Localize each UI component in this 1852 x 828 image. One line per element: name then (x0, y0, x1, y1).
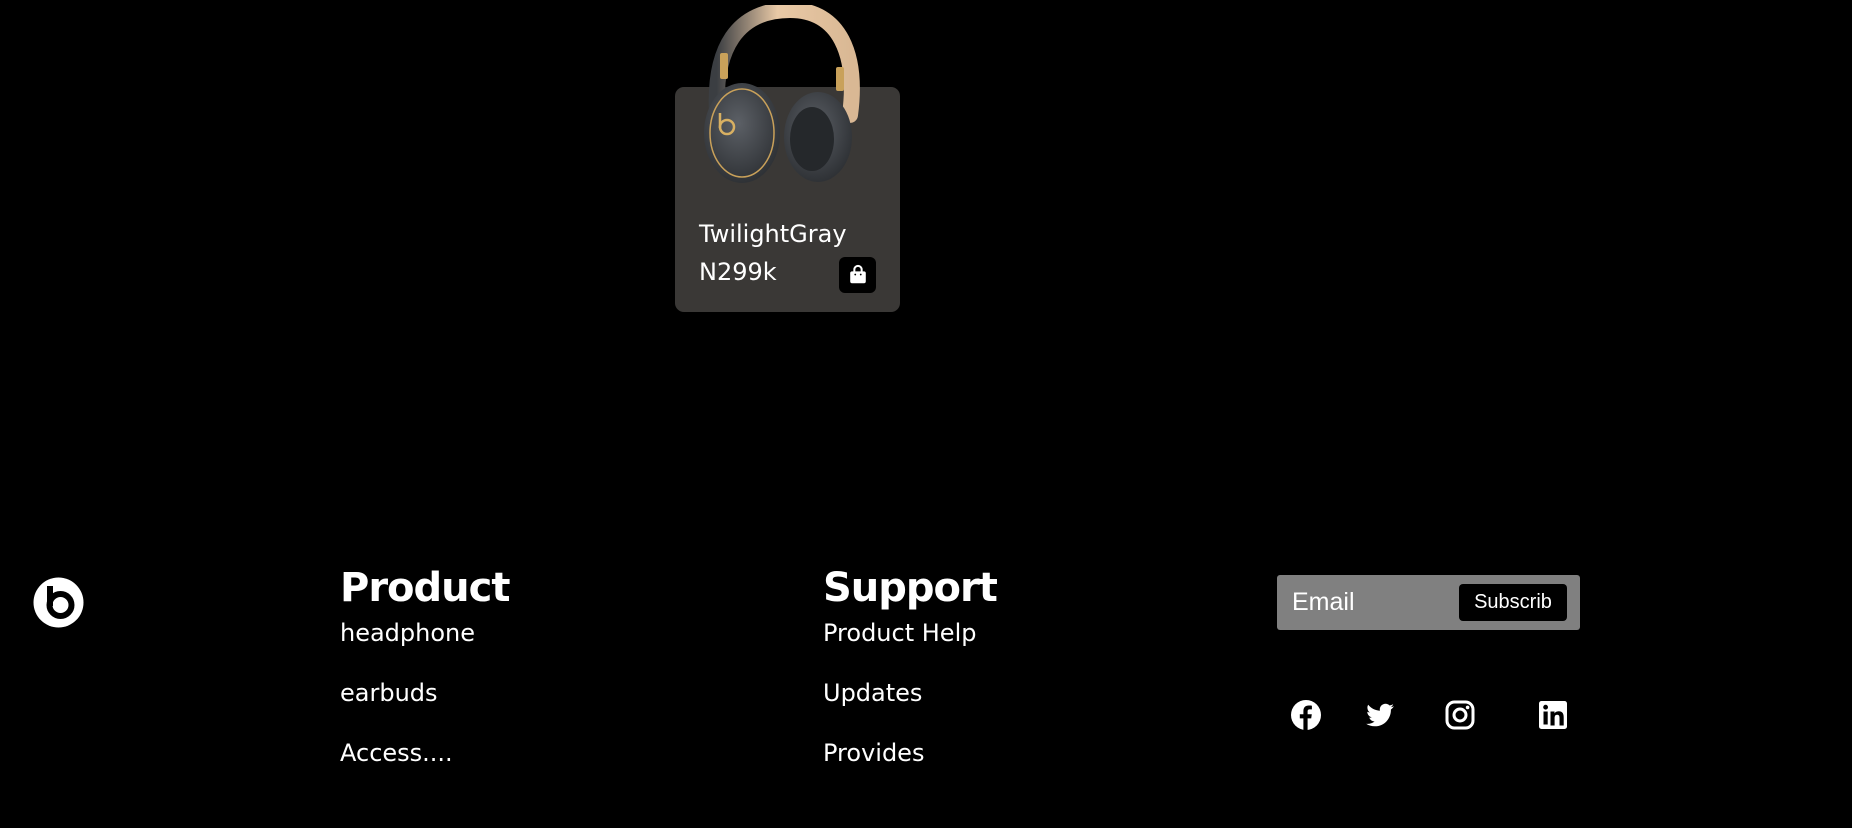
support-link-product-help[interactable]: Product Help (823, 619, 976, 647)
subscribe-form: Subscrib (1277, 575, 1580, 630)
product-link-item: earbuds (340, 677, 509, 737)
headphones-image (704, 5, 860, 183)
linkedin-icon (1539, 701, 1567, 729)
product-link-earbuds[interactable]: earbuds (340, 679, 438, 707)
email-input[interactable] (1277, 575, 1452, 630)
product-heading: Product (340, 565, 510, 611)
shopping-bag-icon (849, 264, 866, 284)
page: TwilightGray N299k Product headphone ear… (0, 0, 1852, 828)
footer-product-column: Product headphone earbuds Access.... (340, 563, 510, 797)
twitter-link[interactable] (1364, 699, 1400, 735)
product-links: headphone earbuds Access.... (340, 617, 509, 797)
support-link-item: Product Help (823, 617, 997, 677)
support-heading: Support (823, 565, 998, 611)
instagram-icon (1445, 700, 1475, 730)
subscribe-button[interactable]: Subscrib (1459, 584, 1567, 621)
product-name: TwilightGray (699, 220, 847, 248)
twitter-icon (1366, 703, 1394, 727)
facebook-link[interactable] (1290, 699, 1326, 735)
beats-logo-icon[interactable] (33, 577, 84, 628)
product-link-item: Access.... (340, 737, 509, 797)
linkedin-link[interactable] (1537, 699, 1573, 735)
facebook-icon (1291, 700, 1321, 730)
support-link-provides[interactable]: Provides (823, 739, 924, 767)
support-links: Product Help Updates Provides (823, 617, 997, 797)
product-link-item: headphone (340, 617, 509, 677)
footer-support-column: Support Product Help Updates Provides (823, 563, 998, 797)
support-link-item: Updates (823, 677, 997, 737)
product-price: N299k (699, 258, 777, 286)
support-link-updates[interactable]: Updates (823, 679, 922, 707)
support-link-item: Provides (823, 737, 997, 797)
instagram-link[interactable] (1444, 699, 1480, 735)
product-link-headphone[interactable]: headphone (340, 619, 475, 647)
product-link-accessories[interactable]: Access.... (340, 739, 453, 767)
add-to-cart-button[interactable] (839, 257, 876, 293)
